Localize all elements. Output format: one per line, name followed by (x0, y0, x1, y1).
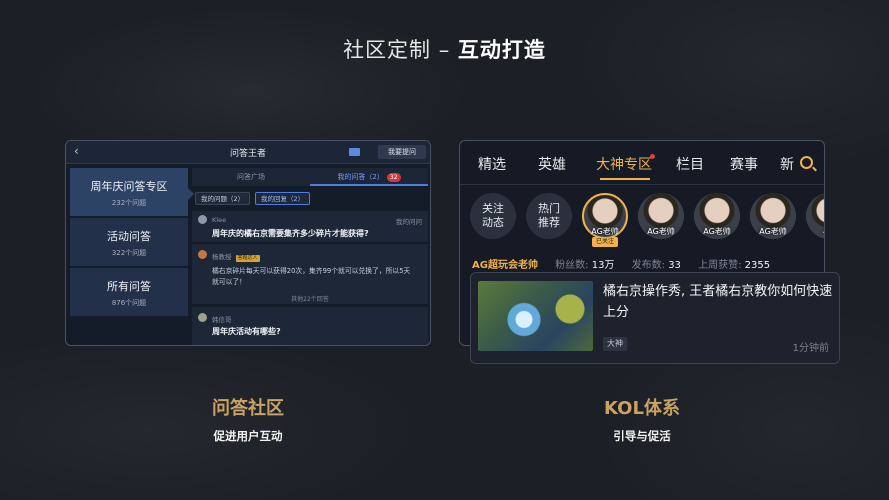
follow-feed-button[interactable]: 关注 动态 (470, 193, 516, 239)
answer-author: 杨教授 答题达人 (212, 253, 260, 262)
question-text: 周年庆活动有哪些? (212, 327, 281, 336)
category-title: 活动问答 (107, 230, 151, 243)
host-avatar[interactable]: AG老帅 (636, 193, 686, 243)
video-thumbnail[interactable] (478, 281, 593, 351)
new-content-dot (650, 154, 655, 159)
question-card[interactable]: Klee 我的问问 周年庆的橘右京需要集齐多少碎片才能获得? (192, 211, 428, 242)
qa-screen-title: 问答王者 (229, 149, 266, 159)
host-name: AG老帅 (591, 227, 619, 236)
search-icon[interactable] (800, 156, 813, 169)
page-title: 社区定制 – 互动打造 (343, 38, 546, 62)
active-tab-indicator (600, 178, 650, 180)
host-stats: AG超玩会老帅 粉丝数: 13万 发布数: 33 上周获赞: 2355 (472, 256, 784, 271)
video-tag: 大神 (603, 337, 627, 351)
host-avatar[interactable]: AG老帅 已关注 (580, 193, 630, 247)
fans-label: 粉丝数: (555, 260, 589, 271)
caption-right: KOL体系 引导与促活 (459, 394, 825, 444)
caption-title: KOL体系 (604, 398, 680, 419)
category-count: 232个问题 (111, 199, 147, 207)
category-title: 所有问答 (107, 280, 151, 293)
caption-subtitle: 促进用户互动 (213, 429, 283, 443)
tab-heroes[interactable]: 英雄 (538, 154, 566, 174)
host-avatar[interactable]: AG (804, 193, 824, 243)
avatar (198, 215, 207, 224)
answer-card[interactable]: 杨教授 答题达人 橘右京碎片每天可以获得20次，集齐99个就可以兑换了，所以5天就… (192, 244, 428, 304)
host-name: AG老帅 (759, 227, 787, 236)
category-title: 周年庆问答专区 (90, 180, 168, 193)
question-author: Klee (212, 216, 227, 224)
category-count: 322个问题 (111, 249, 147, 257)
question-author: 韩信哥 (212, 316, 232, 324)
tab-label: 我的问答（2） (337, 173, 384, 181)
tab-qa-square[interactable]: 问答广场 (192, 168, 310, 186)
category-all[interactable]: 所有问答 876个问题 (70, 268, 188, 316)
fans-count: 13万 (591, 260, 615, 271)
unread-badge: 32 (386, 173, 401, 182)
followed-badge: 已关注 (592, 237, 618, 247)
host-name: AG老帅 (703, 227, 731, 236)
qa-category-sidebar: 周年庆问答专区 232个问题 活动问答 322个问题 所有问答 876个问题 (70, 168, 188, 344)
kol-nav-bar: 精选 英雄 大神专区 栏目 赛事 新 (460, 141, 824, 185)
tab-new[interactable]: 新 (780, 154, 794, 174)
question-card[interactable]: 韩信哥 周年庆活动有哪些? (192, 307, 428, 345)
avatar (198, 313, 207, 322)
filter-my-questions[interactable]: 我的问题（2） (195, 192, 251, 205)
qa-top-bar: ‹ 问答王者 我要提问 (66, 141, 430, 164)
posts-count: 33 (668, 260, 681, 271)
expert-tag: 答题达人 (235, 255, 260, 262)
tab-my-qa[interactable]: 我的问答（2） 32 (310, 168, 428, 186)
tab-columns[interactable]: 栏目 (676, 154, 704, 174)
qa-tab-bar: 问答广场 我的问答（2） 32 (192, 168, 428, 186)
qa-content: 问答广场 我的问答（2） 32 我的问题（2） 我的回复（2） Klee 我的问问… (192, 168, 428, 345)
qa-screen: ‹ 问答王者 我要提问 周年庆问答专区 232个问题 活动问答 322个问题 所… (65, 140, 431, 346)
question-meta: 我的问问 (396, 218, 422, 226)
tab-featured[interactable]: 精选 (478, 154, 506, 174)
category-count: 876个问题 (111, 299, 147, 307)
question-text: 周年庆的橘右京需要集齐多少碎片才能获得? (212, 229, 369, 238)
video-timestamp: 1分钟前 (792, 343, 829, 354)
video-title: 橘右京操作秀, 王者橘右京教你如何快速上分 (603, 284, 833, 320)
caption-subtitle: 引导与促活 (613, 429, 671, 443)
hot-recommend-button[interactable]: 热门 推荐 (526, 193, 572, 239)
video-card[interactable]: 橘右京操作秀, 王者橘右京教你如何快速上分 大神 1分钟前 (470, 272, 840, 364)
answer-text: 橘右京碎片每天可以获得20次，集齐99个就可以兑换了，所以5天就可以了！ (212, 267, 411, 286)
tab-masters[interactable]: 大神专区 (596, 154, 652, 174)
category-activity[interactable]: 活动问答 322个问题 (70, 218, 188, 266)
caption-left: 问答社区 促进用户互动 (65, 394, 431, 444)
host-name: AG (804, 226, 824, 235)
host-avatar[interactable]: AG老帅 (748, 193, 798, 243)
likes-label: 上周获赞: (698, 260, 742, 271)
likes-count: 2355 (744, 260, 771, 271)
host-name: AG老帅 (647, 227, 675, 236)
category-anniversary[interactable]: 周年庆问答专区 232个问题 (70, 168, 188, 216)
host-avatar[interactable]: AG老帅 (692, 193, 742, 243)
ask-question-button[interactable]: 我要提问 (378, 145, 426, 159)
more-answers-link[interactable]: 其他22个回答 (192, 294, 428, 303)
tab-events[interactable]: 赛事 (730, 154, 758, 174)
posts-label: 发布数: (631, 260, 665, 271)
host-full-name: AG超玩会老帅 (472, 260, 538, 271)
caption-title: 问答社区 (212, 398, 284, 419)
avatar (198, 250, 207, 259)
mail-icon[interactable] (349, 148, 360, 156)
filter-my-answers[interactable]: 我的回复（2） (255, 192, 311, 205)
